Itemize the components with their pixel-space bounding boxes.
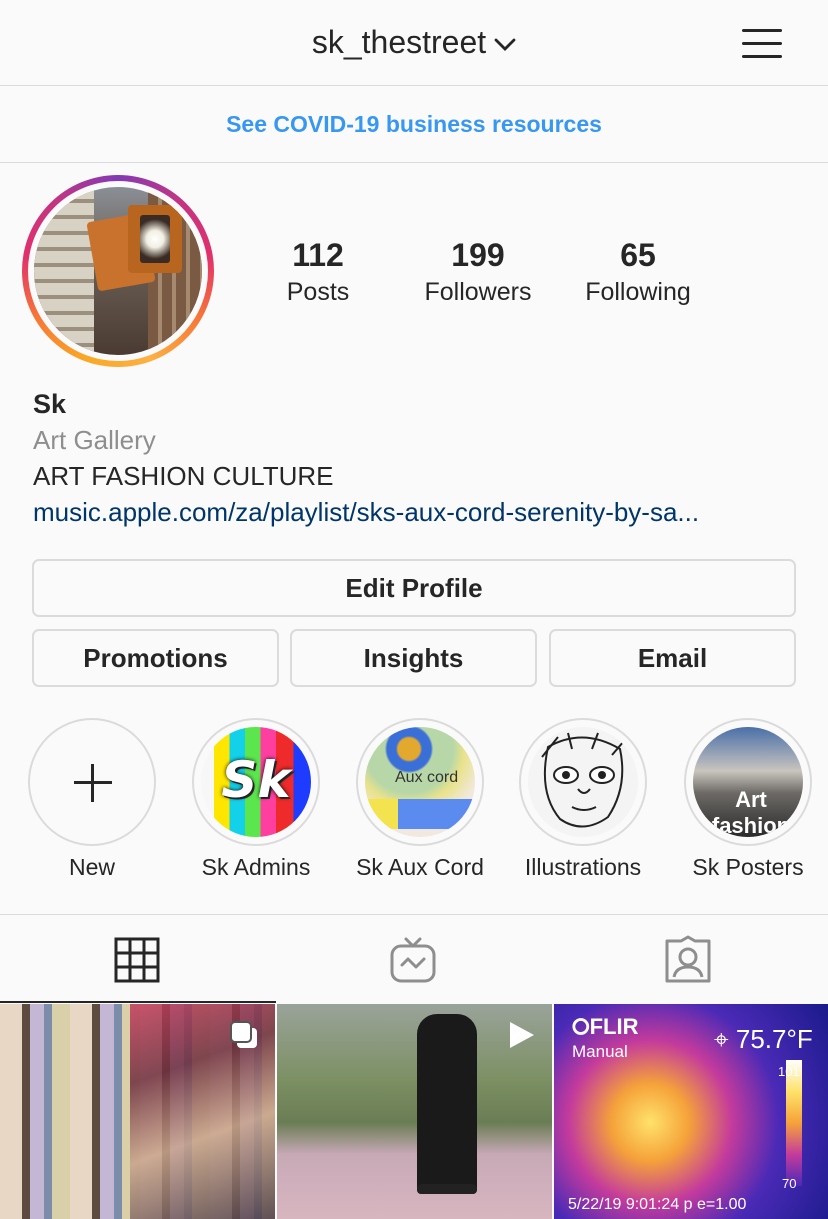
top-bar: sk_thestreet — [0, 0, 828, 86]
chevron-down-icon — [494, 23, 516, 60]
profile-bio: ART FASHION CULTURE — [33, 461, 334, 491]
following-count[interactable]: 65 Following — [570, 235, 706, 309]
thermal-temperature-text: ⌖ 75.7°F — [714, 1024, 813, 1054]
highlight-cover-text: Aux cord — [395, 769, 459, 786]
highlight-label: Sk Posters — [692, 854, 804, 880]
highlight-sk-admins[interactable]: Sk Sk Admins — [180, 718, 332, 881]
grid-icon[interactable] — [112, 935, 162, 985]
thermal-scale-max: 101 — [778, 1064, 800, 1079]
profile-website-link[interactable]: music.apple.com/za/playlist/sks-aux-cord… — [33, 497, 699, 528]
post-thumbnail[interactable] — [277, 1004, 552, 1219]
account-switcher[interactable]: sk_thestreet — [0, 24, 828, 61]
highlight-label: Illustrations — [524, 854, 642, 880]
followers-count[interactable]: 199 Followers — [406, 235, 550, 309]
followers-value: 199 — [451, 237, 505, 273]
menu-icon[interactable] — [740, 25, 784, 61]
followers-label: Followers — [424, 278, 532, 306]
thermal-timestamp-text: 5/22/19 9:01:24 p e=1.00 — [568, 1196, 747, 1213]
igtv-icon[interactable] — [388, 935, 438, 985]
email-button[interactable]: Email — [549, 629, 796, 687]
profile-name: Sk — [33, 389, 67, 419]
insights-button[interactable]: Insights — [290, 629, 537, 687]
avatar — [34, 187, 202, 355]
profile-avatar-story-ring[interactable] — [22, 175, 214, 367]
play-icon — [506, 1020, 536, 1055]
following-value: 65 — [620, 237, 656, 273]
highlight-cover-text: Art fashion — [711, 787, 791, 837]
following-label: Following — [585, 278, 691, 306]
post-thumbnail[interactable] — [0, 1004, 275, 1219]
posts-count[interactable]: 112 Posts — [258, 235, 378, 309]
promotions-button[interactable]: Promotions — [32, 629, 279, 687]
highlight-sk-aux-cord[interactable]: Aux cord Sk Aux Cord — [344, 718, 496, 881]
thermal-brand-text: ⭘FLIR — [572, 1014, 639, 1039]
username-title: sk_thestreet — [311, 24, 487, 60]
highlight-illustrations[interactable]: Illustrations — [507, 718, 659, 881]
highlight-new[interactable]: New — [16, 718, 168, 881]
highlight-label: New — [68, 854, 115, 880]
plus-icon — [74, 764, 112, 802]
profile-category: Art Gallery — [33, 425, 156, 455]
edit-profile-button[interactable]: Edit Profile — [32, 559, 796, 617]
covid-resources-link[interactable]: See COVID-19 business resources — [0, 87, 828, 163]
multiple-photos-icon — [229, 1020, 259, 1055]
highlight-sk-posters[interactable]: Art fashion Sk Posters — [672, 718, 824, 881]
posts-value: 112 — [292, 237, 344, 273]
highlight-cover: Aux cord — [365, 727, 475, 837]
posts-label: Posts — [286, 278, 350, 306]
highlight-cover: Sk — [201, 727, 311, 837]
thermal-mode-text: Manual — [572, 1042, 628, 1061]
new-highlight-circle — [28, 718, 156, 846]
highlight-label: Sk Aux Cord — [356, 854, 484, 880]
highlight-cover — [528, 727, 638, 837]
profile-tabs — [0, 914, 828, 1003]
tagged-photos-icon[interactable] — [663, 935, 713, 985]
highlight-cover-text: Sk — [221, 751, 291, 809]
active-tab-indicator — [0, 1001, 276, 1003]
thermal-scale-min: 70 — [782, 1176, 797, 1191]
highlight-label: Sk Admins — [201, 854, 311, 880]
highlight-cover: Art fashion — [693, 727, 803, 837]
post-thumbnail[interactable]: ⭘FLIR Manual ⌖ 75.7°F 101 70 5/22/19 9:0… — [554, 1004, 828, 1219]
